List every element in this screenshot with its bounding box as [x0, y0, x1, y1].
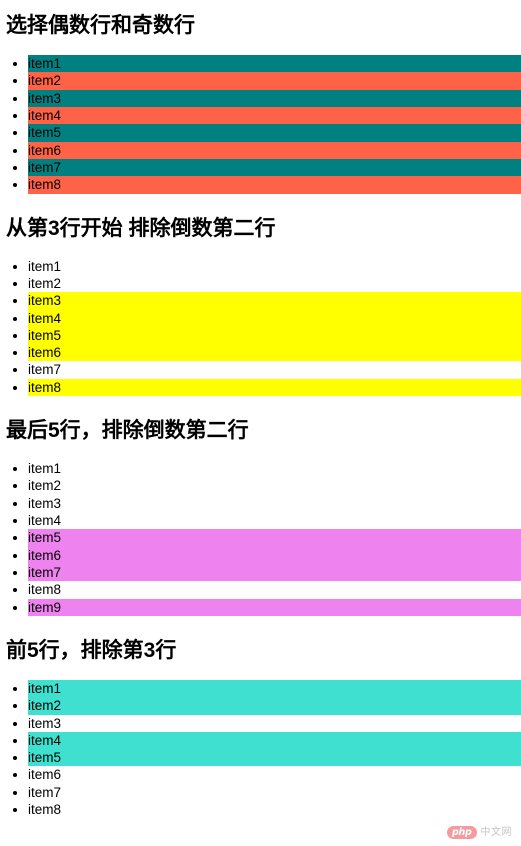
list-item-label: item2	[28, 478, 62, 494]
list-item-label: item3	[28, 89, 521, 108]
list-item[interactable]: item3	[28, 495, 521, 512]
list-item[interactable]: item8	[28, 801, 521, 818]
demo-section: 从第3行开始 排除倒数第二行item1item2item3item4item5i…	[0, 204, 521, 397]
list-item-label: item3	[28, 715, 62, 731]
section-heading: 从第3行开始 排除倒数第二行	[6, 216, 276, 240]
list-item[interactable]: item2	[28, 697, 521, 715]
list-item-label: item7	[28, 158, 521, 177]
list-item-label: item3	[28, 495, 62, 511]
list-item[interactable]: item1	[28, 460, 521, 477]
list-item[interactable]: item5	[28, 124, 521, 142]
list-item[interactable]: item7	[28, 361, 521, 378]
list-item-label: item1	[28, 258, 62, 274]
sections-container: 选择偶数行和奇数行item1item2item3item4item5item6i…	[0, 0, 521, 828]
list-item-label: item7	[28, 784, 62, 800]
list-item[interactable]: item4	[28, 731, 521, 750]
list-item-label: item4	[28, 107, 521, 125]
list-item-label: item1	[28, 679, 521, 698]
demo-section: 选择偶数行和奇数行item1item2item3item4item5item6i…	[0, 0, 521, 194]
list-item-label: item8	[28, 802, 62, 818]
list-item[interactable]: item8	[28, 581, 521, 598]
php-logo-badge: php	[447, 826, 477, 839]
item-list: item1item2item3item4item5item6item7item8	[0, 258, 521, 397]
list-item[interactable]: item4	[28, 309, 521, 327]
list-item-label: item5	[28, 749, 521, 767]
list-item-label: item7	[28, 563, 521, 582]
list-item[interactable]: item3	[28, 89, 521, 108]
section-heading: 最后5行，排除倒数第二行	[6, 419, 249, 443]
section-heading: 前5行，排除第3行	[6, 638, 177, 662]
list-item[interactable]: item9	[28, 598, 521, 616]
list-item[interactable]: item5	[28, 749, 521, 767]
list-item-label: item5	[28, 124, 521, 142]
list-item[interactable]: item2	[28, 72, 521, 90]
list-item[interactable]: item4	[28, 107, 521, 125]
list-item-label: item7	[28, 362, 62, 378]
list-item-label: item6	[28, 141, 521, 159]
list-item-label: item6	[28, 344, 521, 362]
item-list: item1item2item3item4item5item6item7item8	[0, 55, 521, 194]
list-item-label: item1	[28, 55, 521, 73]
list-item-label: item9	[28, 598, 521, 616]
list-item-label: item8	[28, 176, 521, 194]
watermark-site-label: 中文网	[480, 827, 512, 838]
list-item[interactable]: item3	[28, 715, 521, 732]
list-item[interactable]: item7	[28, 158, 521, 177]
list-item[interactable]: item8	[28, 378, 521, 397]
list-item[interactable]: item1	[28, 679, 521, 698]
list-item-label: item8	[28, 582, 62, 598]
list-item-label: item6	[28, 546, 521, 564]
list-item-label: item4	[28, 513, 62, 529]
list-item[interactable]: item1	[28, 258, 521, 275]
watermark: php 中文网	[447, 826, 512, 839]
section-heading: 选择偶数行和奇数行	[6, 14, 195, 37]
list-item-label: item8	[28, 378, 521, 397]
list-item[interactable]: item4	[28, 512, 521, 529]
page-root: 选择偶数行和奇数行item1item2item3item4item5item6i…	[0, 0, 521, 846]
list-item-label: item1	[28, 461, 62, 477]
list-item-label: item4	[28, 309, 521, 327]
list-item[interactable]: item5	[28, 326, 521, 345]
list-item-label: item2	[28, 72, 521, 90]
list-item-label: item2	[28, 697, 521, 715]
list-item[interactable]: item6	[28, 766, 521, 783]
list-item[interactable]: item2	[28, 477, 521, 494]
list-item-label: item3	[28, 292, 521, 310]
list-item[interactable]: item8	[28, 176, 521, 194]
list-item-label: item5	[28, 326, 521, 345]
list-item-label: item6	[28, 767, 62, 783]
list-item[interactable]: item1	[28, 55, 521, 73]
list-item[interactable]: item7	[28, 784, 521, 801]
item-list: item1item2item3item4item5item6item7 item8	[0, 679, 521, 818]
list-item[interactable]: item6	[28, 141, 521, 159]
demo-section: 前5行，排除第3行item1item2item3item4item5item6i…	[0, 626, 521, 819]
list-item[interactable]: item6	[28, 344, 521, 362]
list-item[interactable]: item5	[28, 529, 521, 547]
list-item[interactable]: item7	[28, 563, 521, 582]
list-item-label: item2	[28, 275, 62, 291]
list-item[interactable]: item6	[28, 546, 521, 564]
list-item-label: item4	[28, 731, 521, 750]
item-list: item1item2item3 item4item5item6item7item8…	[0, 460, 521, 616]
list-item[interactable]: item2	[28, 275, 521, 292]
list-item[interactable]: item3	[28, 292, 521, 310]
list-item-label: item5	[28, 529, 521, 547]
demo-section: 最后5行，排除倒数第二行item1item2item3item4item5ite…	[0, 406, 521, 616]
